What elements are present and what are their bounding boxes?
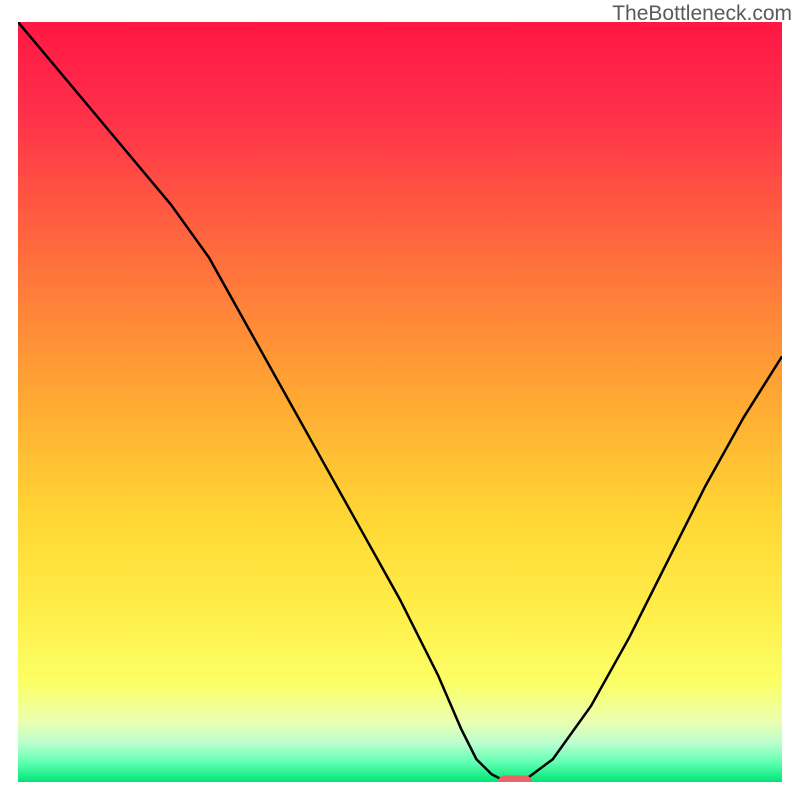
plot-area [18, 22, 782, 782]
bottleneck-curve [18, 22, 782, 782]
chart-container: TheBottleneck.com [0, 0, 800, 800]
optimal-marker [498, 776, 532, 783]
watermark-text: TheBottleneck.com [612, 2, 792, 26]
